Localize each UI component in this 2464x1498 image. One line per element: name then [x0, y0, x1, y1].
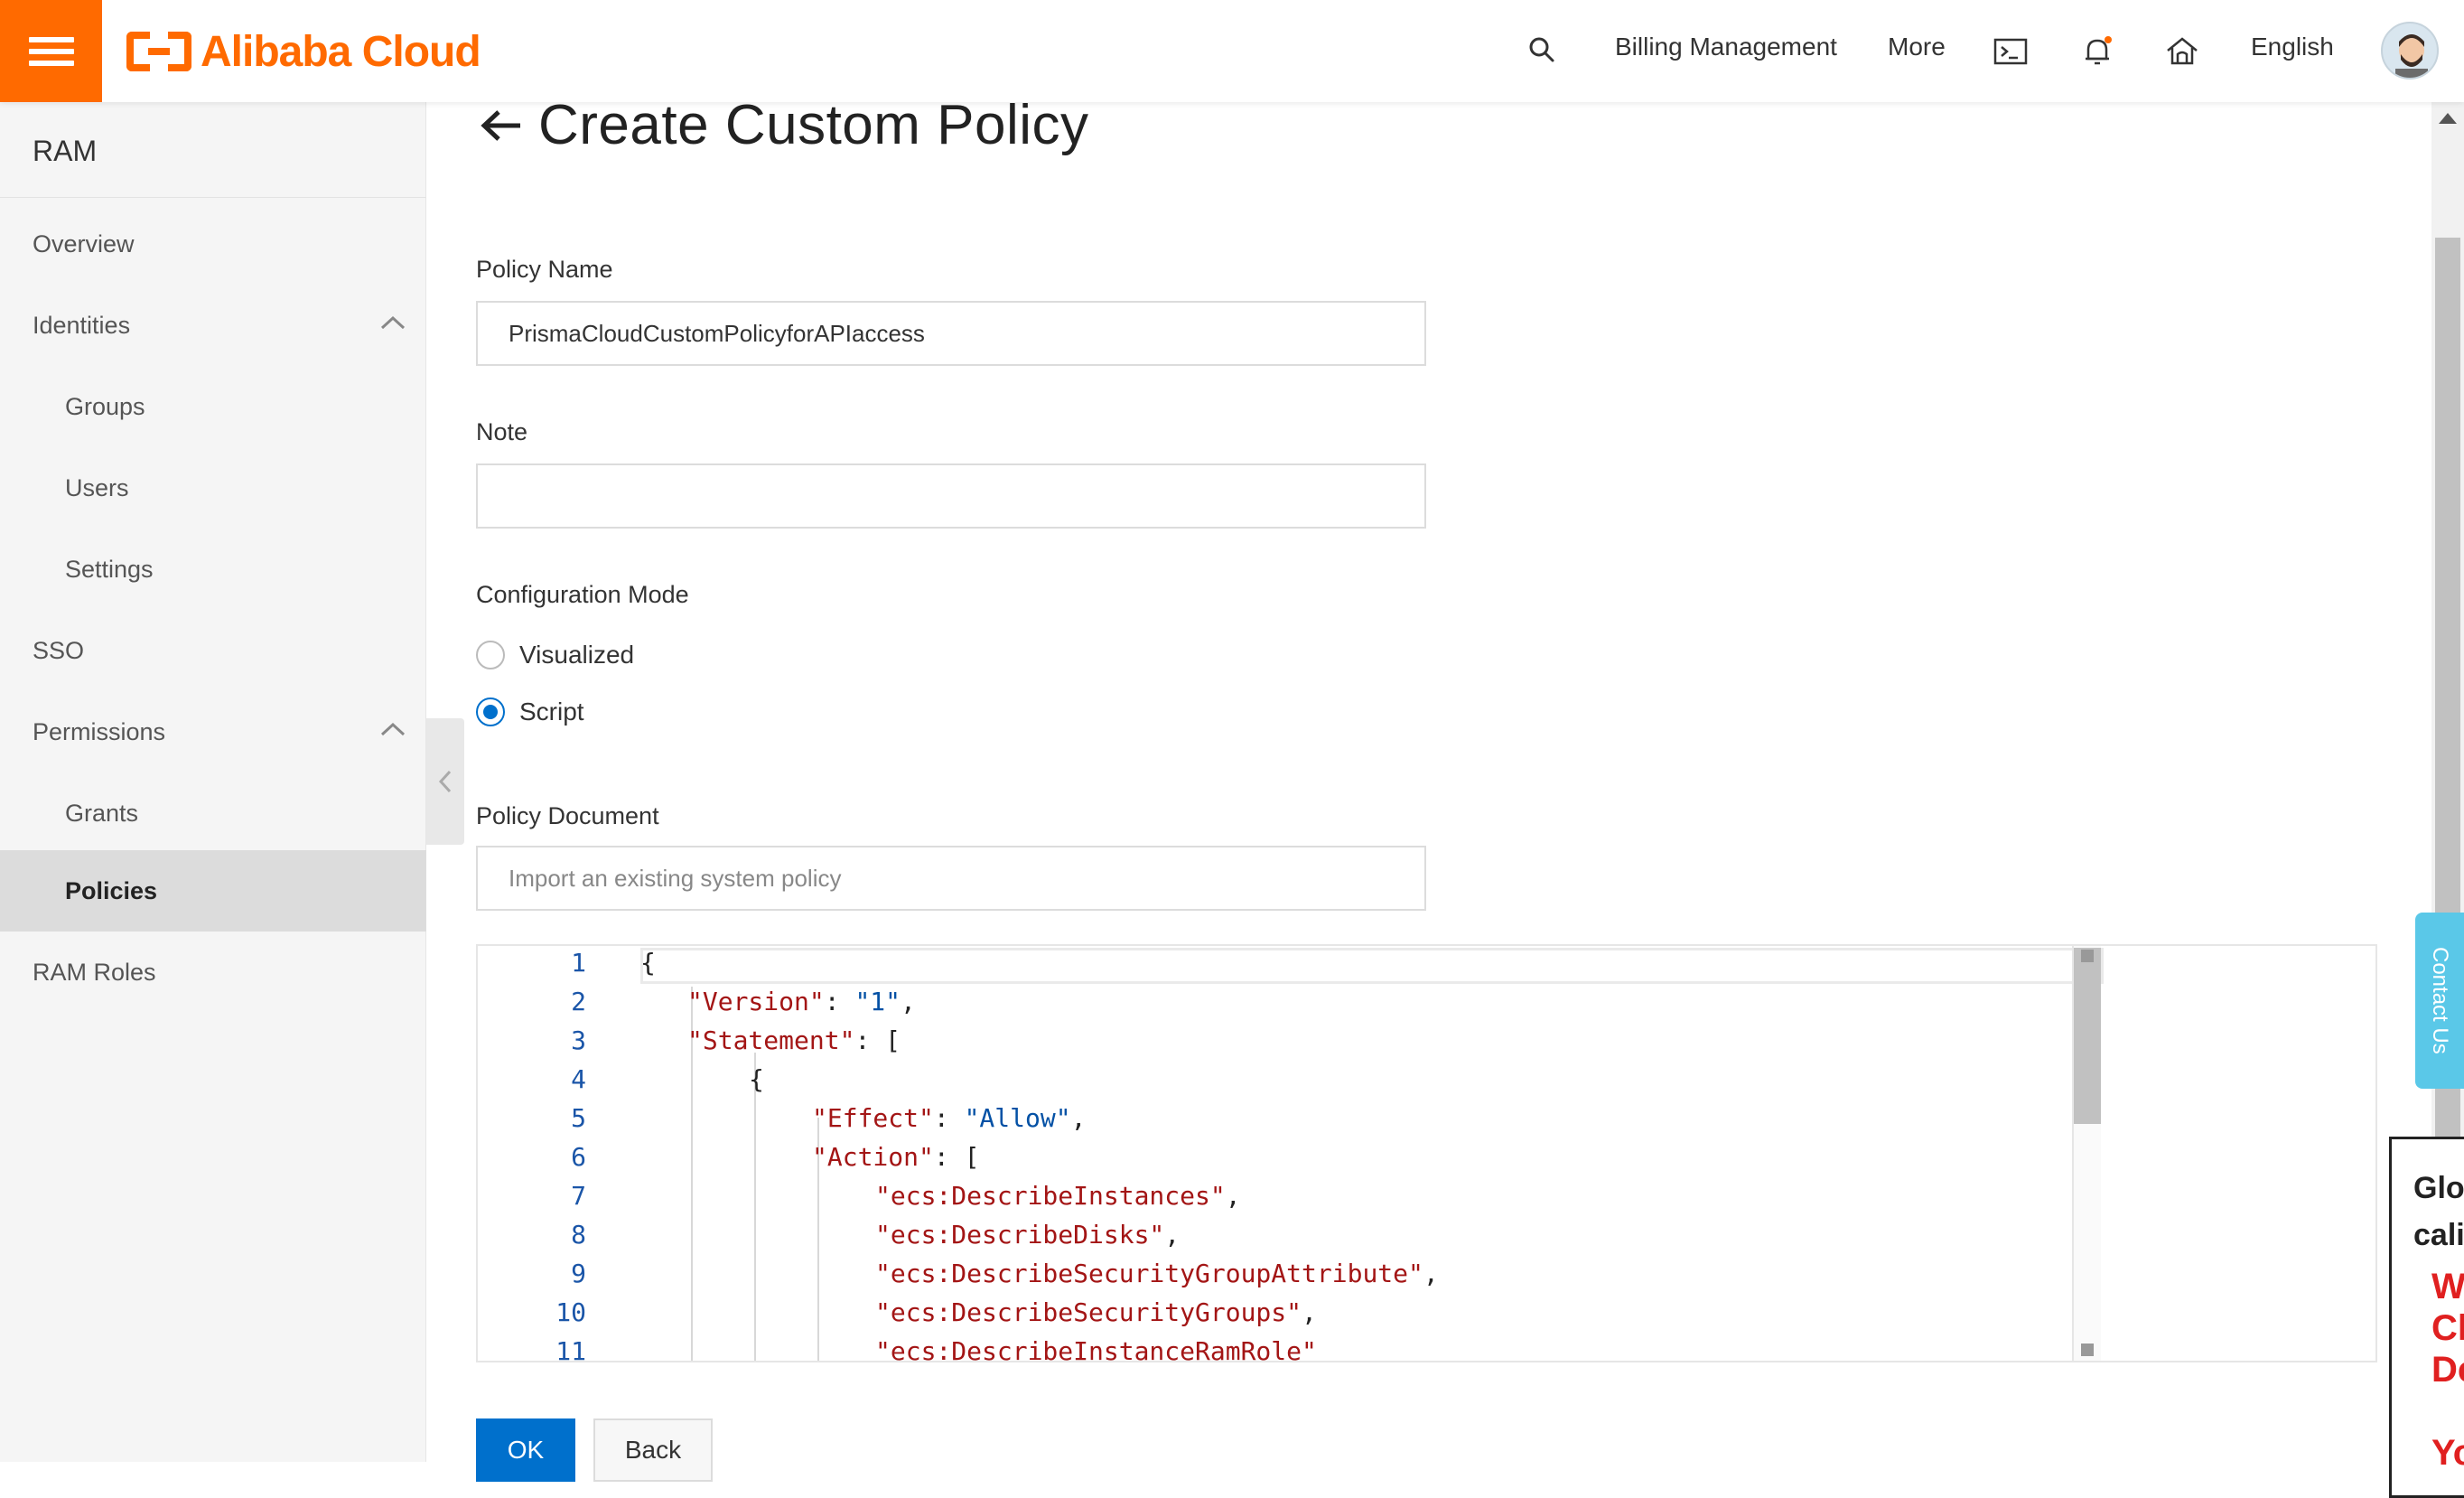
- policy-name-input[interactable]: PrismaCloudCustomPolicyforAPIaccess: [476, 301, 1426, 366]
- sidebar-item-label: Overview: [33, 229, 135, 257]
- line-number: 3: [571, 1025, 586, 1055]
- page-header: Create Custom Policy: [479, 93, 1089, 157]
- sidebar-item-permissions[interactable]: Permissions: [0, 691, 426, 772]
- line-number: 8: [571, 1220, 586, 1250]
- policy-code-editor[interactable]: 1 2 3 4 5 6 7 8 9 10 11 { "Version": "1"…: [476, 944, 2377, 1362]
- sidebar: RAM Overview Identities Groups Users Set…: [0, 102, 426, 1462]
- sidebar-item-label: Groups: [65, 392, 145, 420]
- line-number: 1: [571, 948, 586, 978]
- code-line: {: [749, 1064, 764, 1094]
- sidebar-item-label: Identities: [33, 311, 131, 339]
- sidebar-item-label: SSO: [33, 636, 85, 664]
- sidebar-item-grants[interactable]: Grants: [0, 772, 426, 854]
- sidebar-item-settings[interactable]: Settings: [0, 529, 426, 610]
- search-icon[interactable]: [1526, 34, 1557, 65]
- billing-management-link[interactable]: Billing Management: [1615, 33, 1837, 61]
- radio-label: Script: [519, 698, 584, 726]
- line-number: 11: [555, 1336, 586, 1362]
- popup-heading: Glo cali: [2413, 1171, 2464, 1252]
- chevron-up-icon: [380, 722, 406, 736]
- scroll-up-icon[interactable]: [2439, 113, 2457, 124]
- user-avatar[interactable]: [2381, 22, 2439, 80]
- logo-mark-icon: [126, 32, 191, 71]
- radio-checked-icon: [476, 698, 505, 726]
- line-number: 4: [571, 1064, 586, 1094]
- avatar-icon: [2395, 34, 2428, 78]
- scroll-marker: [2081, 950, 2094, 962]
- back-button[interactable]: Back: [593, 1418, 713, 1482]
- code-line: {: [640, 948, 656, 978]
- sidebar-item-policies[interactable]: Policies: [0, 850, 426, 932]
- line-number: 9: [571, 1259, 586, 1288]
- bell-icon[interactable]: [2079, 34, 2115, 67]
- sidebar-item-label: Settings: [65, 555, 154, 583]
- line-number: 6: [571, 1142, 586, 1172]
- sidebar-title: RAM: [33, 135, 98, 167]
- sidebar-item-users[interactable]: Users: [0, 447, 426, 529]
- radio-unchecked-icon: [476, 641, 505, 669]
- line-number: 10: [555, 1297, 586, 1327]
- code-line: "ecs:DescribeSecurityGroups",: [875, 1297, 1317, 1327]
- terminal-icon[interactable]: [1993, 34, 2029, 67]
- language-selector[interactable]: English: [2251, 33, 2334, 61]
- radio-script[interactable]: Script: [476, 698, 584, 726]
- active-line-highlight: [640, 948, 2104, 984]
- brand-name: Alibaba Cloud: [201, 27, 481, 76]
- line-number: 7: [571, 1181, 586, 1211]
- page-title: Create Custom Policy: [538, 94, 1089, 156]
- sidebar-item-label: Permissions: [33, 717, 166, 745]
- more-link[interactable]: More: [1888, 33, 1946, 61]
- note-input[interactable]: [476, 463, 1426, 529]
- radio-label: Visualized: [519, 641, 635, 669]
- sidebar-item-label: Grants: [65, 799, 139, 827]
- brand-logo[interactable]: Alibaba Cloud: [126, 27, 481, 76]
- chevron-up-icon: [380, 315, 406, 330]
- sidebar-item-sso[interactable]: SSO: [0, 610, 426, 691]
- editor-scrollbar[interactable]: [2072, 946, 2101, 1361]
- contact-us-label: Contact Us: [2428, 947, 2452, 1054]
- sidebar-item-label: Users: [65, 473, 129, 501]
- sidebar-item-label: RAM Roles: [33, 958, 156, 986]
- editor-scroll-thumb[interactable]: [2074, 948, 2101, 1124]
- code-line: "ecs:DescribeInstanceRamRole": [875, 1336, 1317, 1362]
- import-system-policy-select[interactable]: Import an existing system policy: [476, 846, 1426, 911]
- code-line: "Statement": [: [687, 1025, 901, 1055]
- code-line: "Effect": "Allow",: [812, 1103, 1087, 1133]
- top-bar: Alibaba Cloud Billing Management More En…: [0, 0, 2464, 102]
- code-line: "Version": "1",: [687, 987, 916, 1016]
- sidebar-divider: [0, 197, 426, 198]
- hamburger-menu-button[interactable]: [0, 0, 102, 102]
- line-number: 2: [571, 987, 586, 1016]
- note-label: Note: [476, 418, 528, 445]
- policy-document-label: Policy Document: [476, 802, 659, 829]
- code-line: "ecs:DescribeSecurityGroupAttribute",: [875, 1259, 1439, 1288]
- sidebar-item-label: Policies: [65, 876, 158, 904]
- main-content: Create Custom Policy Policy Name PrismaC…: [426, 94, 2431, 1462]
- configuration-mode-label: Configuration Mode: [476, 581, 689, 608]
- code-line: "ecs:DescribeInstances",: [875, 1181, 1241, 1211]
- contact-us-tab[interactable]: Contact Us: [2415, 913, 2464, 1089]
- policy-name-label: Policy Name: [476, 256, 613, 283]
- home-icon[interactable]: [2164, 34, 2200, 67]
- sidebar-item-ram-roles[interactable]: RAM Roles: [0, 932, 426, 1013]
- radio-visualized[interactable]: Visualized: [476, 641, 634, 669]
- popup-body: WClDeYo: [2431, 1267, 2464, 1473]
- promo-popup[interactable]: Glocali WClDeYo: [2389, 1137, 2464, 1498]
- sidebar-item-groups[interactable]: Groups: [0, 366, 426, 447]
- code-line: "ecs:DescribeDisks",: [875, 1220, 1181, 1250]
- sidebar-item-overview[interactable]: Overview: [0, 203, 426, 285]
- code-line: "Action": [: [812, 1142, 980, 1172]
- menu-icon: [28, 31, 74, 72]
- sidebar-item-identities[interactable]: Identities: [0, 285, 426, 366]
- back-arrow-icon[interactable]: [479, 108, 524, 144]
- scroll-marker: [2081, 1344, 2094, 1356]
- line-number: 5: [571, 1103, 586, 1133]
- ok-button[interactable]: OK: [476, 1418, 575, 1482]
